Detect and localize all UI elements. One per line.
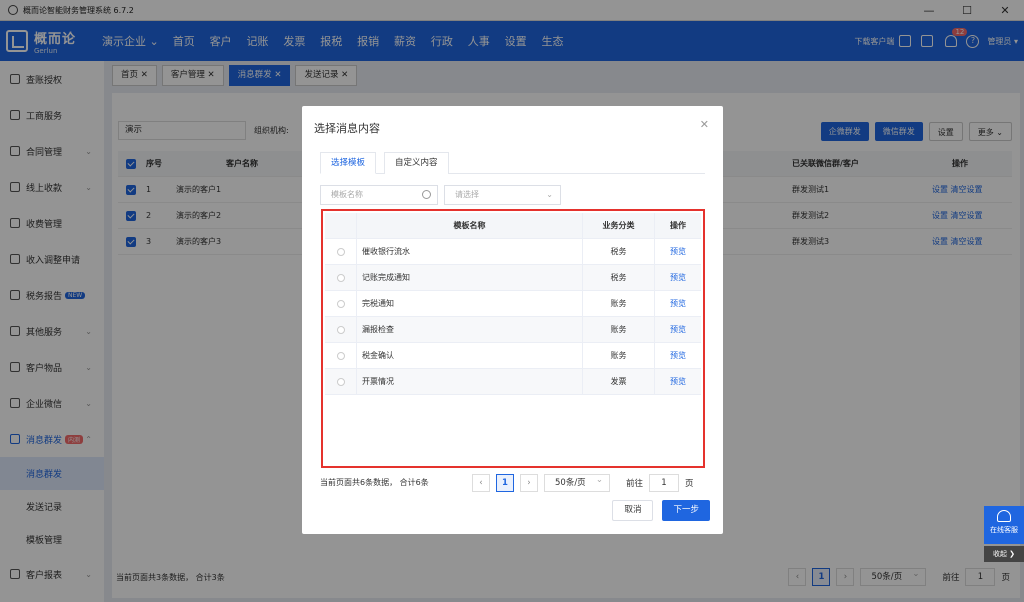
header-op: 操作: [670, 221, 686, 230]
chevron-down-icon: ⌄: [546, 190, 553, 199]
tab-select-template[interactable]: 选择模板: [320, 152, 377, 174]
dialog-record-count: 当前页面共6条数据， 合计6条: [320, 478, 429, 487]
row-radio[interactable]: [336, 325, 345, 334]
table-row[interactable]: 催收银行流水 税务 预览: [325, 239, 701, 265]
preview-link[interactable]: 预览: [670, 324, 686, 335]
preview-link[interactable]: 预览: [670, 298, 686, 309]
search-icon: [422, 190, 431, 199]
row-radio[interactable]: [336, 351, 345, 360]
preview-link[interactable]: 预览: [670, 350, 686, 361]
collapse-button[interactable]: 收起 ❯: [984, 546, 1024, 562]
category-select[interactable]: 请选择 ⌄: [444, 185, 561, 205]
dialog-pagination: ‹ 1 › 50条/页 前往 1 页: [472, 472, 694, 492]
preview-link[interactable]: 预览: [670, 272, 686, 283]
template-table-highlight: 模板名称 业务分类 操作 催收银行流水 税务 预览 记账完成通知 税务 预览 完…: [321, 209, 705, 468]
table-row[interactable]: 漏报检查 账务 预览: [325, 317, 701, 343]
close-icon[interactable]: ✕: [700, 118, 709, 131]
prev-page-button[interactable]: ‹: [472, 474, 490, 492]
table-row[interactable]: 开票情况 发票 预览: [325, 369, 701, 395]
row-radio[interactable]: [336, 377, 345, 386]
page-unit: 页: [685, 479, 694, 489]
dialog-title: 选择消息内容: [314, 122, 380, 135]
next-step-button[interactable]: 下一步: [662, 500, 710, 521]
table-row[interactable]: 税金确认 账务 预览: [325, 343, 701, 369]
preview-link[interactable]: 预览: [670, 376, 686, 387]
template-name-input[interactable]: 模板名称: [320, 185, 438, 205]
page-size-select[interactable]: 50条/页: [544, 472, 610, 492]
template-table: 模板名称 业务分类 操作 催收银行流水 税务 预览 记账完成通知 税务 预览 完…: [325, 213, 701, 395]
headset-icon: [997, 510, 1011, 522]
dialog-tabs: 选择模板 自定义内容: [320, 152, 705, 174]
table-row[interactable]: 完税通知 账务 预览: [325, 291, 701, 317]
table-row[interactable]: 记账完成通知 税务 预览: [325, 265, 701, 291]
cancel-button[interactable]: 取消: [612, 500, 654, 521]
row-radio[interactable]: [336, 273, 345, 282]
template-table-header: 模板名称 业务分类 操作: [325, 213, 701, 239]
preview-link[interactable]: 预览: [670, 246, 686, 257]
goto-page-input[interactable]: 1: [649, 474, 680, 492]
row-radio[interactable]: [336, 247, 345, 256]
next-page-button[interactable]: ›: [520, 474, 538, 492]
select-message-dialog: 选择消息内容 ✕ 选择模板 自定义内容 模板名称 请选择 ⌄ 模板名称 业务分类 …: [302, 106, 723, 534]
dialog-actions: 取消 下一步: [603, 500, 710, 521]
goto-label: 前往: [626, 479, 644, 489]
online-support-button[interactable]: 在线客服: [984, 506, 1024, 544]
tab-custom-content[interactable]: 自定义内容: [384, 152, 449, 174]
header-category: 业务分类: [583, 213, 655, 238]
header-template-name: 模板名称: [357, 213, 583, 238]
row-radio[interactable]: [336, 299, 345, 308]
page-number[interactable]: 1: [496, 474, 514, 492]
